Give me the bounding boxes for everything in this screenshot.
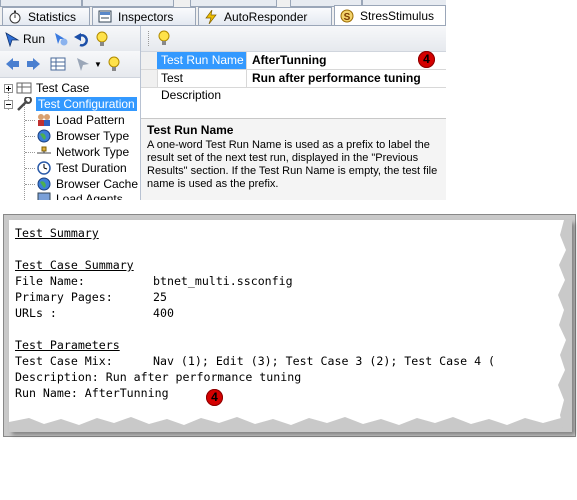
run-icon [4,31,20,47]
undo-icon[interactable] [74,31,90,47]
tree-item-label: Browser Type [56,129,130,143]
back-arrow-icon[interactable] [6,57,20,71]
globe-icon [36,129,52,143]
report-heading-summary: Test Summary [15,226,99,240]
report-pages-label: Primary Pages: [15,290,113,304]
wrench-icon [16,96,32,111]
inspectors-icon [98,10,113,24]
test-tree-pane: Run ▼ Test Case Test Configuration Load … [0,26,141,200]
grid-icon [16,81,32,95]
people-icon [36,113,52,127]
tree-item-test-case[interactable]: Test Case [4,80,89,96]
tree-item-browser-type[interactable]: Browser Type [36,128,129,144]
tree-item-label: Test Duration [56,161,127,175]
torn-edge-right [558,220,572,432]
run-options-icon[interactable] [53,31,69,47]
property-help-panel: Test Run Name A one-word Test Run Name i… [141,118,446,200]
lightning-icon [204,9,219,24]
property-row-test-run-name[interactable]: Test Run Name AfterTunning [141,52,446,70]
network-icon [36,145,52,159]
globe-icon [36,177,52,191]
tab-statistics[interactable]: Statistics [2,7,90,25]
report-run-name-line: Run Name: AfterTunning [15,386,169,400]
tab-label: Statistics [28,9,77,24]
report-heading-params: Test Parameters [15,338,120,352]
tree-item-load-pattern[interactable]: Load Pattern [36,112,125,128]
tab-label: AutoResponder [224,9,308,24]
property-value-input[interactable]: Run after performance tuning [248,70,446,87]
report-description-line: Description: Run after performance tunin… [15,370,302,384]
test-summary-report: Test Summary Test Case Summary File Name… [9,220,572,432]
report-pages-value: 25 [153,290,167,304]
property-value-input[interactable]: AfterTunning [248,52,446,69]
help-title: Test Run Name [147,123,234,137]
lightbulb-icon[interactable] [157,30,171,46]
tree-item-load-agents[interactable]: Load Agents [36,192,123,200]
report-mix-label: Test Case Mix: [15,354,113,368]
lightbulb-icon[interactable] [107,56,121,72]
torn-edge-bottom [9,417,572,432]
tree-item-network-type[interactable]: Network Type [36,144,129,160]
tab-label: Inspectors [118,9,174,24]
stresstimulus-window: Statistics Inspectors AutoResponder S St… [0,0,446,200]
tree-item-test-configuration[interactable]: Test Configuration [4,96,137,112]
tree-item-label: Test Case [36,81,90,95]
agents-icon [36,192,52,200]
report-heading-case: Test Case Summary [15,258,134,272]
run-button[interactable]: Run [4,29,45,49]
tree-item-label: Load Pattern [56,113,125,127]
grid-view-icon[interactable] [50,57,66,71]
tree-item-browser-cache[interactable]: Browser Cache [36,176,138,192]
clock-icon [36,161,52,175]
property-name: Test Run Name [157,52,247,69]
report-urls-value: 400 [153,306,174,320]
tab-label: StresStimulus [360,9,435,23]
navigation-toolbar: ▼ [0,51,140,78]
tab-inspectors[interactable]: Inspectors [92,7,196,25]
tab-stresstimulus[interactable]: S StresStimulus [334,5,446,26]
properties-toolbar [141,26,446,52]
callout-badge: 4 [206,389,223,406]
chevron-down-icon[interactable]: ▼ [94,60,102,69]
stresstimulus-icon: S [340,9,355,23]
run-label: Run [23,31,46,46]
report-mix-value: Nav (1); Edit (3); Test Case 3 (2); Test… [153,354,496,368]
tree-item-test-duration[interactable]: Test Duration [36,160,127,176]
tree-item-label: Browser Cache [56,177,139,191]
tree-item-label: Test Configuration [36,97,137,111]
collapse-icon[interactable] [4,99,13,109]
svg-text:S: S [344,12,351,23]
add-item-icon[interactable] [76,56,92,72]
report-file-label: File Name: [15,274,85,288]
report-file-value: btnet_multi.ssconfig [153,274,293,288]
forward-arrow-icon[interactable] [26,57,40,71]
help-text: A one-word Test Run Name is used as a pr… [147,139,438,190]
run-toolbar: Run [0,26,140,52]
report-panel: Test Summary Test Case Summary File Name… [3,214,576,437]
property-name: Test Description [157,70,247,102]
tree-item-label: Load Agents [56,192,123,200]
tab-bar: Statistics Inspectors AutoResponder S St… [0,5,446,26]
tab-autoresponder[interactable]: AutoResponder [198,7,332,25]
expand-icon[interactable] [4,83,13,93]
report-urls-label: URLs : [15,306,57,320]
lightbulb-icon[interactable] [95,31,109,47]
stopwatch-icon [8,10,23,24]
property-row-test-description[interactable]: Test Description Run after performance t… [141,70,446,102]
callout-badge: 4 [418,51,435,68]
tree-item-label: Network Type [56,145,130,159]
properties-pane: Test Run Name AfterTunning Test Descript… [141,26,446,200]
